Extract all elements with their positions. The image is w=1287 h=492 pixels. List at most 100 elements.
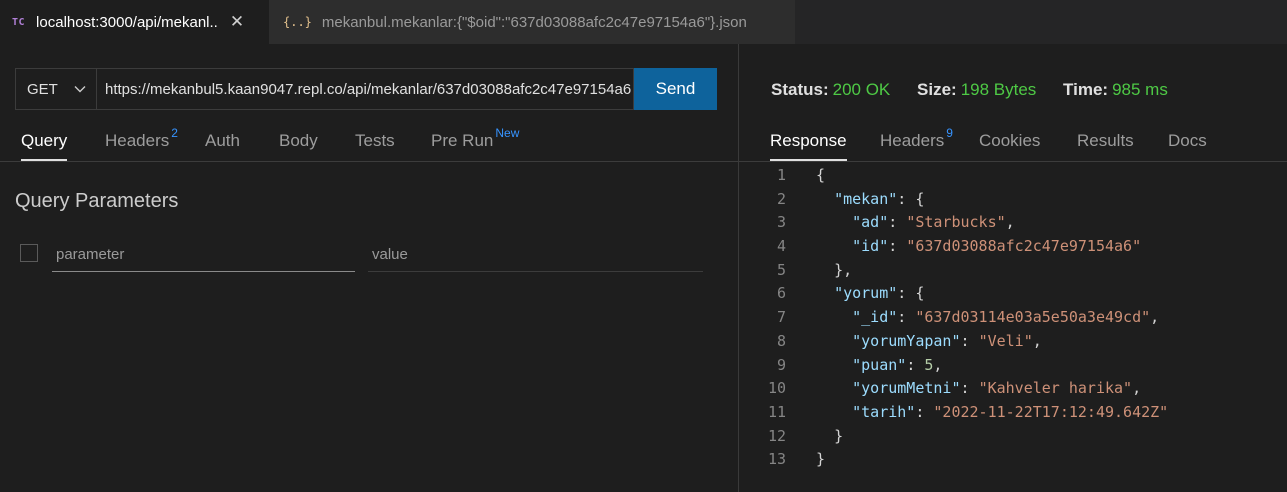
json-string: "Veli" (978, 331, 1033, 350)
json-punctuation: } (816, 450, 826, 469)
url-input[interactable] (96, 68, 634, 110)
json-key: "mekan" (834, 189, 898, 208)
tab-auth[interactable]: Auth (205, 120, 240, 161)
line-content: "puan": 5, (816, 354, 942, 378)
param-enable-checkbox[interactable] (20, 244, 38, 262)
line-number: 6 (776, 284, 786, 303)
tab-json-file[interactable]: {..} mekanbul.mekanlar:{"$oid":"637d0308… (269, 0, 795, 44)
tab-cookies[interactable]: Cookies (979, 120, 1040, 161)
value-input[interactable] (368, 238, 703, 272)
tab-headers[interactable]: Headers 2 (105, 120, 178, 161)
tab-results[interactable]: Results (1077, 120, 1134, 161)
tab-query[interactable]: Query (21, 120, 68, 161)
json-punctuation: , (1150, 308, 1160, 327)
json-punctuation: : (888, 237, 907, 256)
json-punctuation: } (834, 426, 844, 445)
tab-docs[interactable]: Docs (1168, 120, 1207, 161)
code-line: 4 "id": "637d03088afc2c47e97154a6" (739, 235, 1287, 259)
json-punctuation: : (915, 402, 934, 421)
line-content: "yorumYapan": "Veli", (816, 330, 1042, 354)
tab-response-headers[interactable]: Headers 9 (880, 120, 953, 161)
code-line: 1{ (739, 164, 1287, 188)
json-punctuation: , (1032, 331, 1042, 350)
code-line: 5 }, (739, 259, 1287, 283)
close-icon[interactable]: ✕ (230, 12, 244, 32)
line-number: 1 (776, 166, 786, 184)
tab-response[interactable]: Response (770, 120, 847, 161)
json-string: "Starbucks" (906, 213, 1006, 232)
code-line: 2 "mekan": { (739, 188, 1287, 212)
tab-body[interactable]: Body (279, 120, 318, 161)
json-string: "Kahveler harika" (978, 379, 1133, 398)
line-content: { (816, 164, 825, 188)
line-content: "yorum": { (816, 282, 924, 306)
code-line: 10 "yorumMetni": "Kahveler harika", (739, 377, 1287, 401)
json-punctuation: , (1005, 213, 1015, 232)
tab-response-label: Response (770, 130, 847, 150)
new-badge: New (495, 125, 520, 140)
json-key: "id" (852, 237, 889, 256)
code-line: 11 "tarih": "2022-11-22T17:12:49.642Z" (739, 401, 1287, 425)
json-key: "puan" (852, 355, 907, 374)
time-value: 985 ms (1112, 80, 1168, 99)
tab-auth-label: Auth (205, 130, 240, 150)
json-key: "_id" (852, 308, 898, 327)
json-punctuation: { (816, 166, 826, 184)
tab-docs-label: Docs (1168, 130, 1207, 150)
tab-request[interactable]: TC localhost:3000/api/mekanl.. ✕ (0, 0, 269, 44)
tab-tests[interactable]: Tests (355, 120, 395, 161)
tab-pre-run[interactable]: Pre Run New (431, 120, 519, 161)
line-content: "_id": "637d03114e03a5e50a3e49cd", (816, 306, 1159, 330)
line-content: } (816, 448, 825, 472)
tab-headers-label: Headers (105, 130, 170, 150)
headers-count-badge: 2 (171, 125, 178, 140)
size-value: 198 Bytes (960, 80, 1037, 99)
tab-response-headers-label: Headers (880, 130, 945, 150)
tab-results-label: Results (1077, 130, 1134, 150)
line-number: 5 (776, 260, 786, 279)
status-label: Status: (771, 80, 829, 99)
line-content: }, (816, 259, 852, 283)
query-parameters-title: Query Parameters (15, 190, 179, 212)
editor-tab-bar: TC localhost:3000/api/mekanl.. ✕ {..} me… (0, 0, 1287, 44)
line-content: } (816, 425, 843, 449)
json-punctuation: : (888, 213, 907, 232)
line-number: 9 (776, 355, 786, 374)
response-status-line: Status: 200 OK Size: 198 Bytes Time: 985 ms (771, 80, 1190, 100)
code-line: 7 "_id": "637d03114e03a5e50a3e49cd", (739, 306, 1287, 330)
code-line: 6 "yorum": { (739, 282, 1287, 306)
json-punctuation: : (960, 379, 979, 398)
line-content: "yorumMetni": "Kahveler harika", (816, 377, 1141, 401)
code-line: 9 "puan": 5, (739, 354, 1287, 378)
response-body[interactable]: 1{2 "mekan": {3 "ad": "Starbucks", 4 "id"… (739, 164, 1287, 472)
json-key: "yorumMetni" (852, 379, 961, 398)
line-number: 2 (776, 189, 786, 208)
json-key: "yorumYapan" (852, 331, 961, 350)
code-line: 8 "yorumYapan": "Veli", (739, 330, 1287, 354)
line-content: "id": "637d03088afc2c47e97154a6" (816, 235, 1141, 259)
json-punctuation: : (897, 308, 916, 327)
json-key: "yorum" (834, 284, 898, 303)
json-key: "tarih" (852, 402, 916, 421)
line-content: "tarih": "2022-11-22T17:12:49.642Z" (816, 401, 1168, 425)
json-key: "ad" (852, 213, 889, 232)
send-button[interactable]: Send (634, 68, 717, 110)
status-value: 200 OK (832, 80, 891, 99)
tab-json-file-label: mekanbul.mekanlar:{"$oid":"637d03088afc2… (321, 13, 747, 31)
json-punctuation: : (906, 355, 925, 374)
json-file-icon: {..} (283, 15, 312, 29)
line-number: 3 (776, 213, 786, 232)
json-string: "2022-11-22T17:12:49.642Z" (933, 402, 1169, 421)
method-value: GET (27, 80, 58, 98)
line-number: 10 (767, 379, 786, 398)
line-number: 8 (776, 331, 786, 350)
json-punctuation: }, (834, 260, 853, 279)
tab-tests-label: Tests (355, 130, 395, 150)
method-select[interactable]: GET (15, 68, 97, 110)
tab-body-label: Body (279, 130, 318, 150)
parameter-input[interactable] (52, 238, 355, 272)
line-number: 12 (767, 426, 786, 445)
line-content: "ad": "Starbucks", (816, 211, 1015, 235)
line-number: 13 (767, 450, 786, 469)
json-string: "637d03114e03a5e50a3e49cd" (915, 308, 1151, 327)
